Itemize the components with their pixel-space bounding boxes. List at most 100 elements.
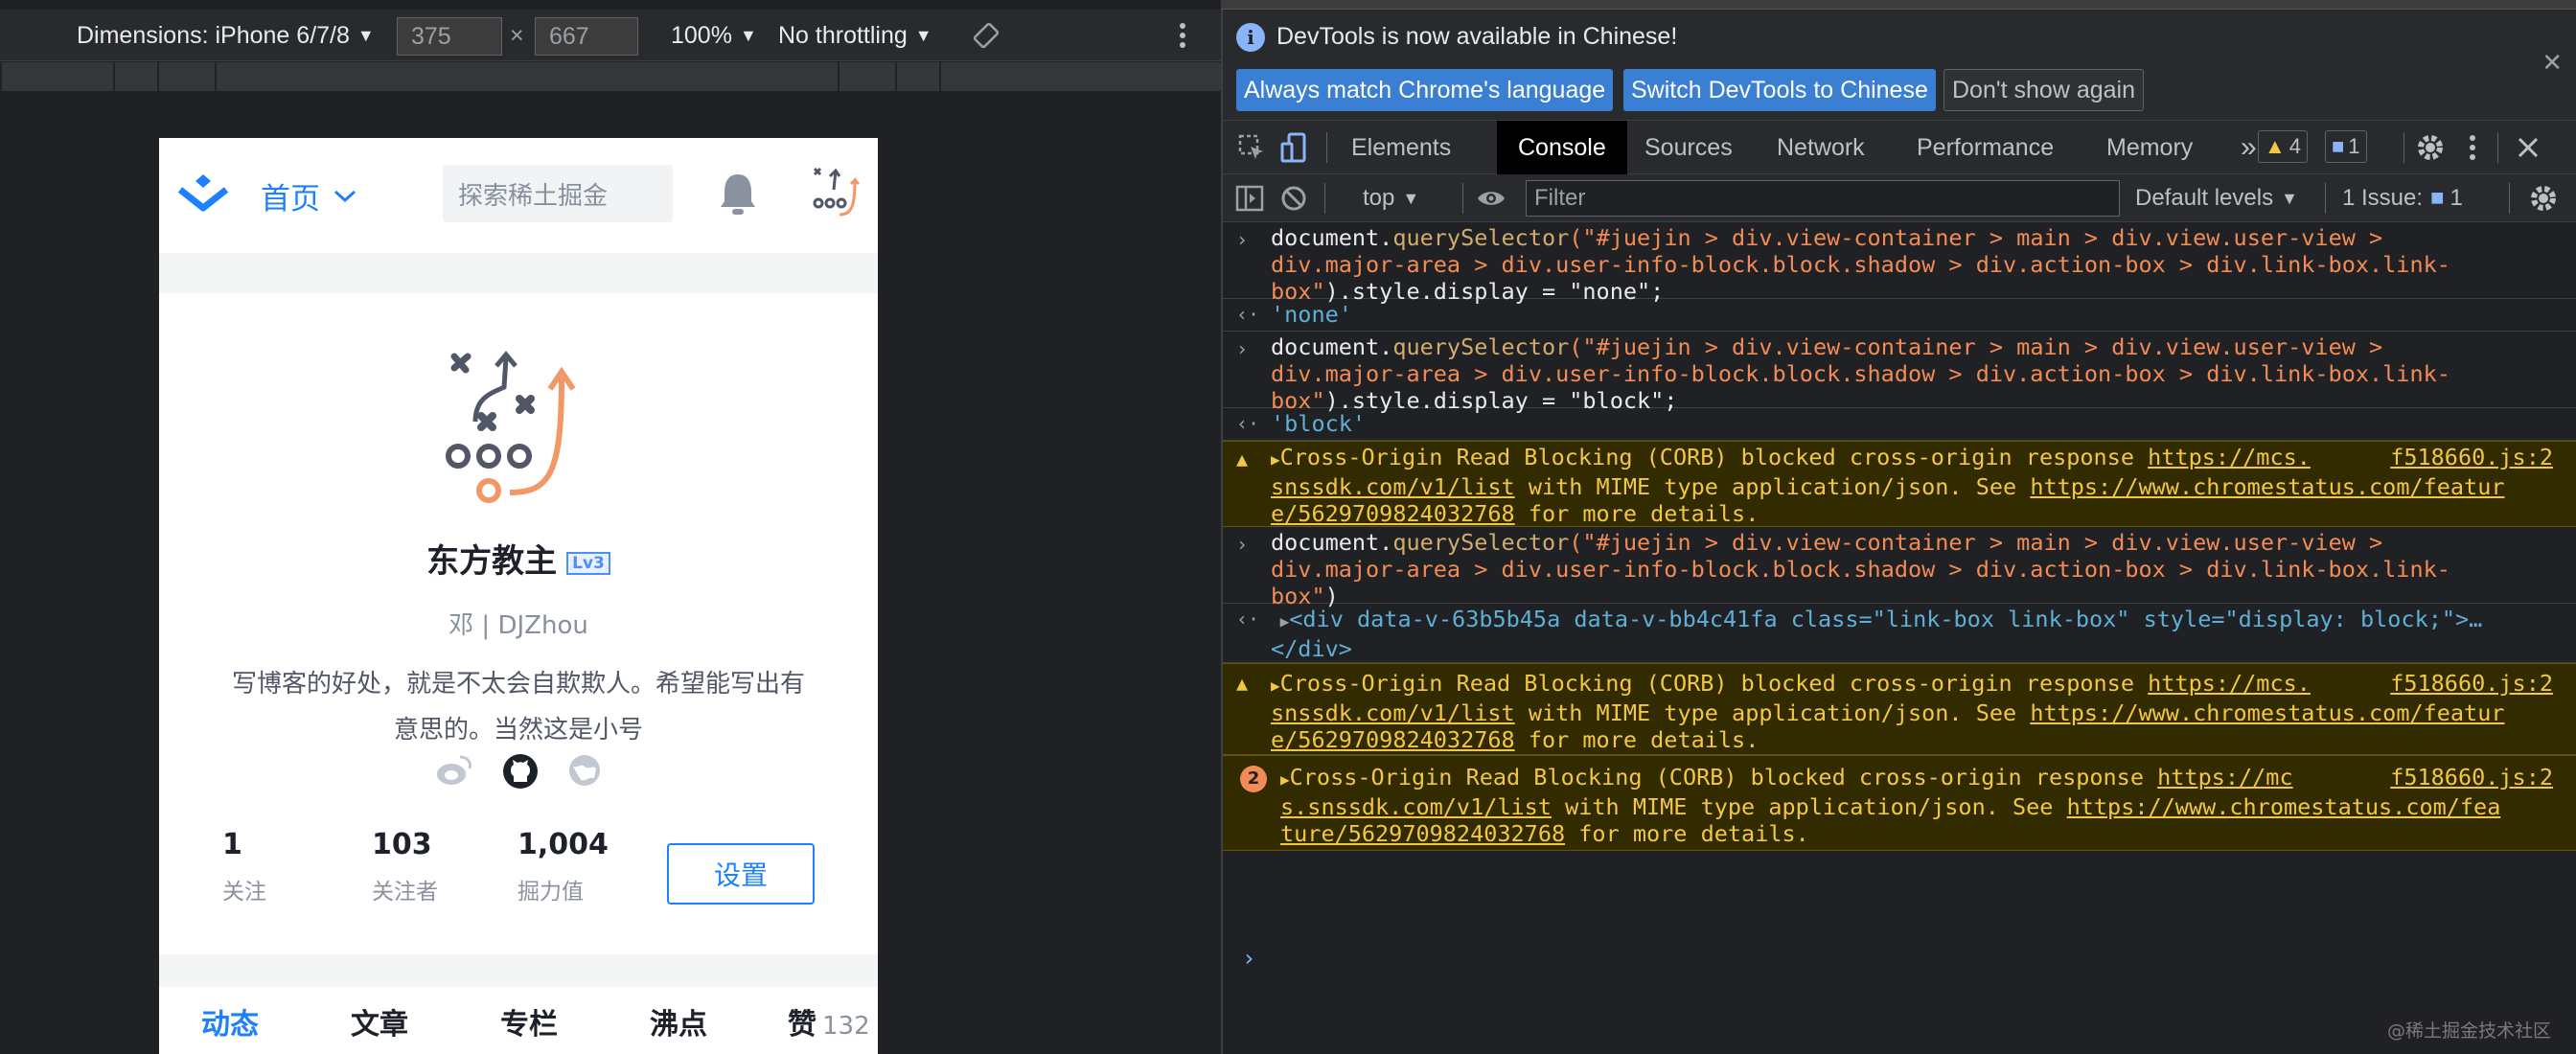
weibo-icon[interactable] (435, 753, 473, 788)
zoom-label: 100% (671, 21, 732, 49)
language-infobar: i DevTools is now available in Chinese! … (1223, 10, 2576, 121)
console-prompt[interactable]: › (1242, 945, 1255, 972)
live-expression-eye-icon[interactable] (1474, 181, 1508, 216)
tab-pins[interactable]: 沸点 (650, 1000, 707, 1043)
stat-label: 关注 (222, 880, 266, 905)
output-chevron-icon: ‹· (1236, 412, 1260, 435)
search-input[interactable]: 探索稀土掘金 (443, 165, 673, 222)
input-chevron-icon: › (1236, 337, 1249, 360)
tab-performance[interactable]: Performance (1896, 121, 2075, 174)
stat-followers[interactable]: 103 关注者 (372, 828, 438, 905)
profile-name: 东方教主 Lv3 (159, 535, 878, 582)
stat-power[interactable]: 1,004 掘力值 (518, 828, 609, 905)
profile-stats: 1 关注 103 关注者 1,004 掘力值 设置 (159, 828, 878, 933)
profile-subtitle: 邓 | DJZhou (448, 611, 588, 640)
console-result[interactable]: ‹· ▶<div data-v-63b5b45a data-v-bb4c41fa… (1223, 604, 2576, 663)
result-text: 'none' (1271, 301, 1352, 328)
console-warning[interactable]: ▲ ▶Cross-Origin Read Blocking (CORB) blo… (1223, 663, 2576, 755)
caret-down-icon: ▼ (1402, 188, 1420, 208)
console-filter-input[interactable]: Filter (1526, 180, 2120, 217)
warnings-count: 4 (2288, 134, 2302, 158)
device-more-icon[interactable] (1179, 10, 1186, 61)
warning-source-link[interactable]: f518660.js:2 (2390, 670, 2553, 697)
expand-triangle-icon: ▶ (1280, 770, 1290, 789)
command-text: document.querySelector("#juejin > div.vi… (1271, 224, 2450, 305)
issue-icon: ■ (2430, 185, 2445, 211)
settings-gear-icon[interactable] (2413, 130, 2448, 165)
tab-likes[interactable]: 赞 132 (788, 1000, 870, 1043)
website-globe-icon[interactable] (567, 753, 602, 788)
media-query-ruler[interactable] (0, 62, 1221, 91)
github-icon[interactable] (502, 753, 539, 790)
device-select[interactable]: Dimensions: iPhone 6/7/8 ▼ (77, 10, 375, 61)
warning-source-link[interactable]: f518660.js:2 (2390, 764, 2553, 790)
tab-columns[interactable]: 专栏 (500, 1000, 558, 1043)
result-element: ▶<div data-v-63b5b45a data-v-bb4c41fa cl… (1271, 606, 2483, 662)
close-icon[interactable]: ✕ (2542, 48, 2563, 78)
profile-bio-line: 意思的。当然这是小号 (393, 716, 643, 745)
tab-sources[interactable]: Sources (1623, 121, 1754, 174)
console-settings-gear-icon[interactable] (2526, 181, 2561, 216)
user-avatar-icon[interactable] (807, 165, 864, 222)
tab-network[interactable]: Network (1756, 121, 1886, 174)
tab-memory[interactable]: Memory (2085, 121, 2214, 174)
stat-value: 1,004 (518, 828, 609, 861)
device-toolbar-icon[interactable] (1276, 130, 1311, 165)
warning-source-link[interactable]: f518660.js:2 (2390, 444, 2553, 470)
caret-down-icon: ▼ (914, 25, 932, 45)
level-badge: Lv3 (566, 551, 610, 575)
warning-text: ▶Cross-Origin Read Blocking (CORB) block… (1280, 764, 2501, 847)
chevron-down-icon (334, 190, 356, 202)
juejin-logo-icon[interactable] (174, 171, 232, 220)
console-command[interactable]: › document.querySelector("#juejin > div.… (1223, 332, 2576, 414)
expand-triangle-icon: ▶ (1271, 612, 1290, 630)
input-chevron-icon: › (1236, 533, 1249, 556)
console-warning-group[interactable]: 2 ▶Cross-Origin Read Blocking (CORB) blo… (1223, 755, 2576, 851)
tab-articles[interactable]: 文章 (351, 1000, 408, 1043)
console-result[interactable]: ‹· 'none' (1223, 299, 2576, 332)
switch-chinese-button[interactable]: Switch DevTools to Chinese (1623, 69, 1936, 111)
warning-text: ▶Cross-Origin Read Blocking (CORB) block… (1271, 670, 2505, 753)
rotate-icon[interactable] (972, 10, 1000, 61)
throttling-select[interactable]: No throttling ▼ (778, 10, 932, 61)
profile-avatar-icon (446, 351, 576, 503)
inspect-element-icon[interactable] (1234, 130, 1269, 165)
stat-following[interactable]: 1 关注 (222, 828, 266, 905)
home-dropdown[interactable]: 首页 (261, 174, 356, 218)
close-devtools-icon[interactable] (2511, 130, 2545, 165)
tab-likes-label: 赞 (788, 1008, 816, 1042)
sidebar-toggle-icon[interactable] (1232, 181, 1267, 216)
console-result[interactable]: ‹· 'block' (1223, 408, 2576, 441)
profile-name-text: 东方教主 (426, 542, 558, 581)
dont-show-again-button[interactable]: Don't show again (1944, 69, 2145, 111)
bell-icon[interactable] (717, 171, 759, 217)
device-dimensions-label: Dimensions: iPhone 6/7/8 (77, 21, 350, 49)
settings-button[interactable]: 设置 (667, 843, 815, 905)
devtools-panel: i DevTools is now available in Chinese! … (1221, 10, 2576, 1054)
tab-console[interactable]: Console (1497, 121, 1627, 174)
match-language-button[interactable]: Always match Chrome's language (1236, 69, 1614, 111)
messages-badge[interactable]: ■ 1 (2325, 130, 2367, 163)
social-links (159, 753, 878, 790)
tab-activity[interactable]: 动态 (201, 1000, 259, 1043)
profile-bio-line: 写博客的好处，就是不太会自欺欺人。希望能写出有 (231, 670, 805, 699)
zoom-select[interactable]: 100% ▼ (671, 10, 757, 61)
warnings-badge[interactable]: ▲ 4 (2258, 130, 2309, 163)
log-levels-select[interactable]: Default levels ▼ (2135, 174, 2298, 222)
output-chevron-icon: ‹· (1236, 607, 1260, 630)
console-warning[interactable]: ▲ ▶Cross-Origin Read Blocking (CORB) blo… (1223, 441, 2576, 527)
more-options-icon[interactable] (2455, 130, 2490, 165)
console-command[interactable]: › document.querySelector("#juejin > div.… (1223, 222, 2576, 305)
expand-triangle-icon: ▶ (1271, 676, 1280, 695)
clear-console-icon[interactable] (1276, 181, 1311, 216)
width-input[interactable]: 375 (397, 17, 502, 56)
issues-button[interactable]: 1 Issue: ■ 1 (2342, 174, 2463, 222)
context-select[interactable]: top ▼ (1363, 174, 1419, 222)
warning-icon: ▲ (2265, 134, 2286, 158)
tab-elements[interactable]: Elements (1330, 121, 1472, 174)
warning-icon: ▲ (1236, 447, 1249, 470)
height-input[interactable]: 667 (535, 17, 638, 56)
warning-icon: ▲ (1236, 672, 1249, 695)
console-command[interactable]: › document.querySelector("#juejin > div.… (1223, 527, 2576, 609)
watermark: @稀土掘金技术社区 (2386, 1020, 2551, 1042)
